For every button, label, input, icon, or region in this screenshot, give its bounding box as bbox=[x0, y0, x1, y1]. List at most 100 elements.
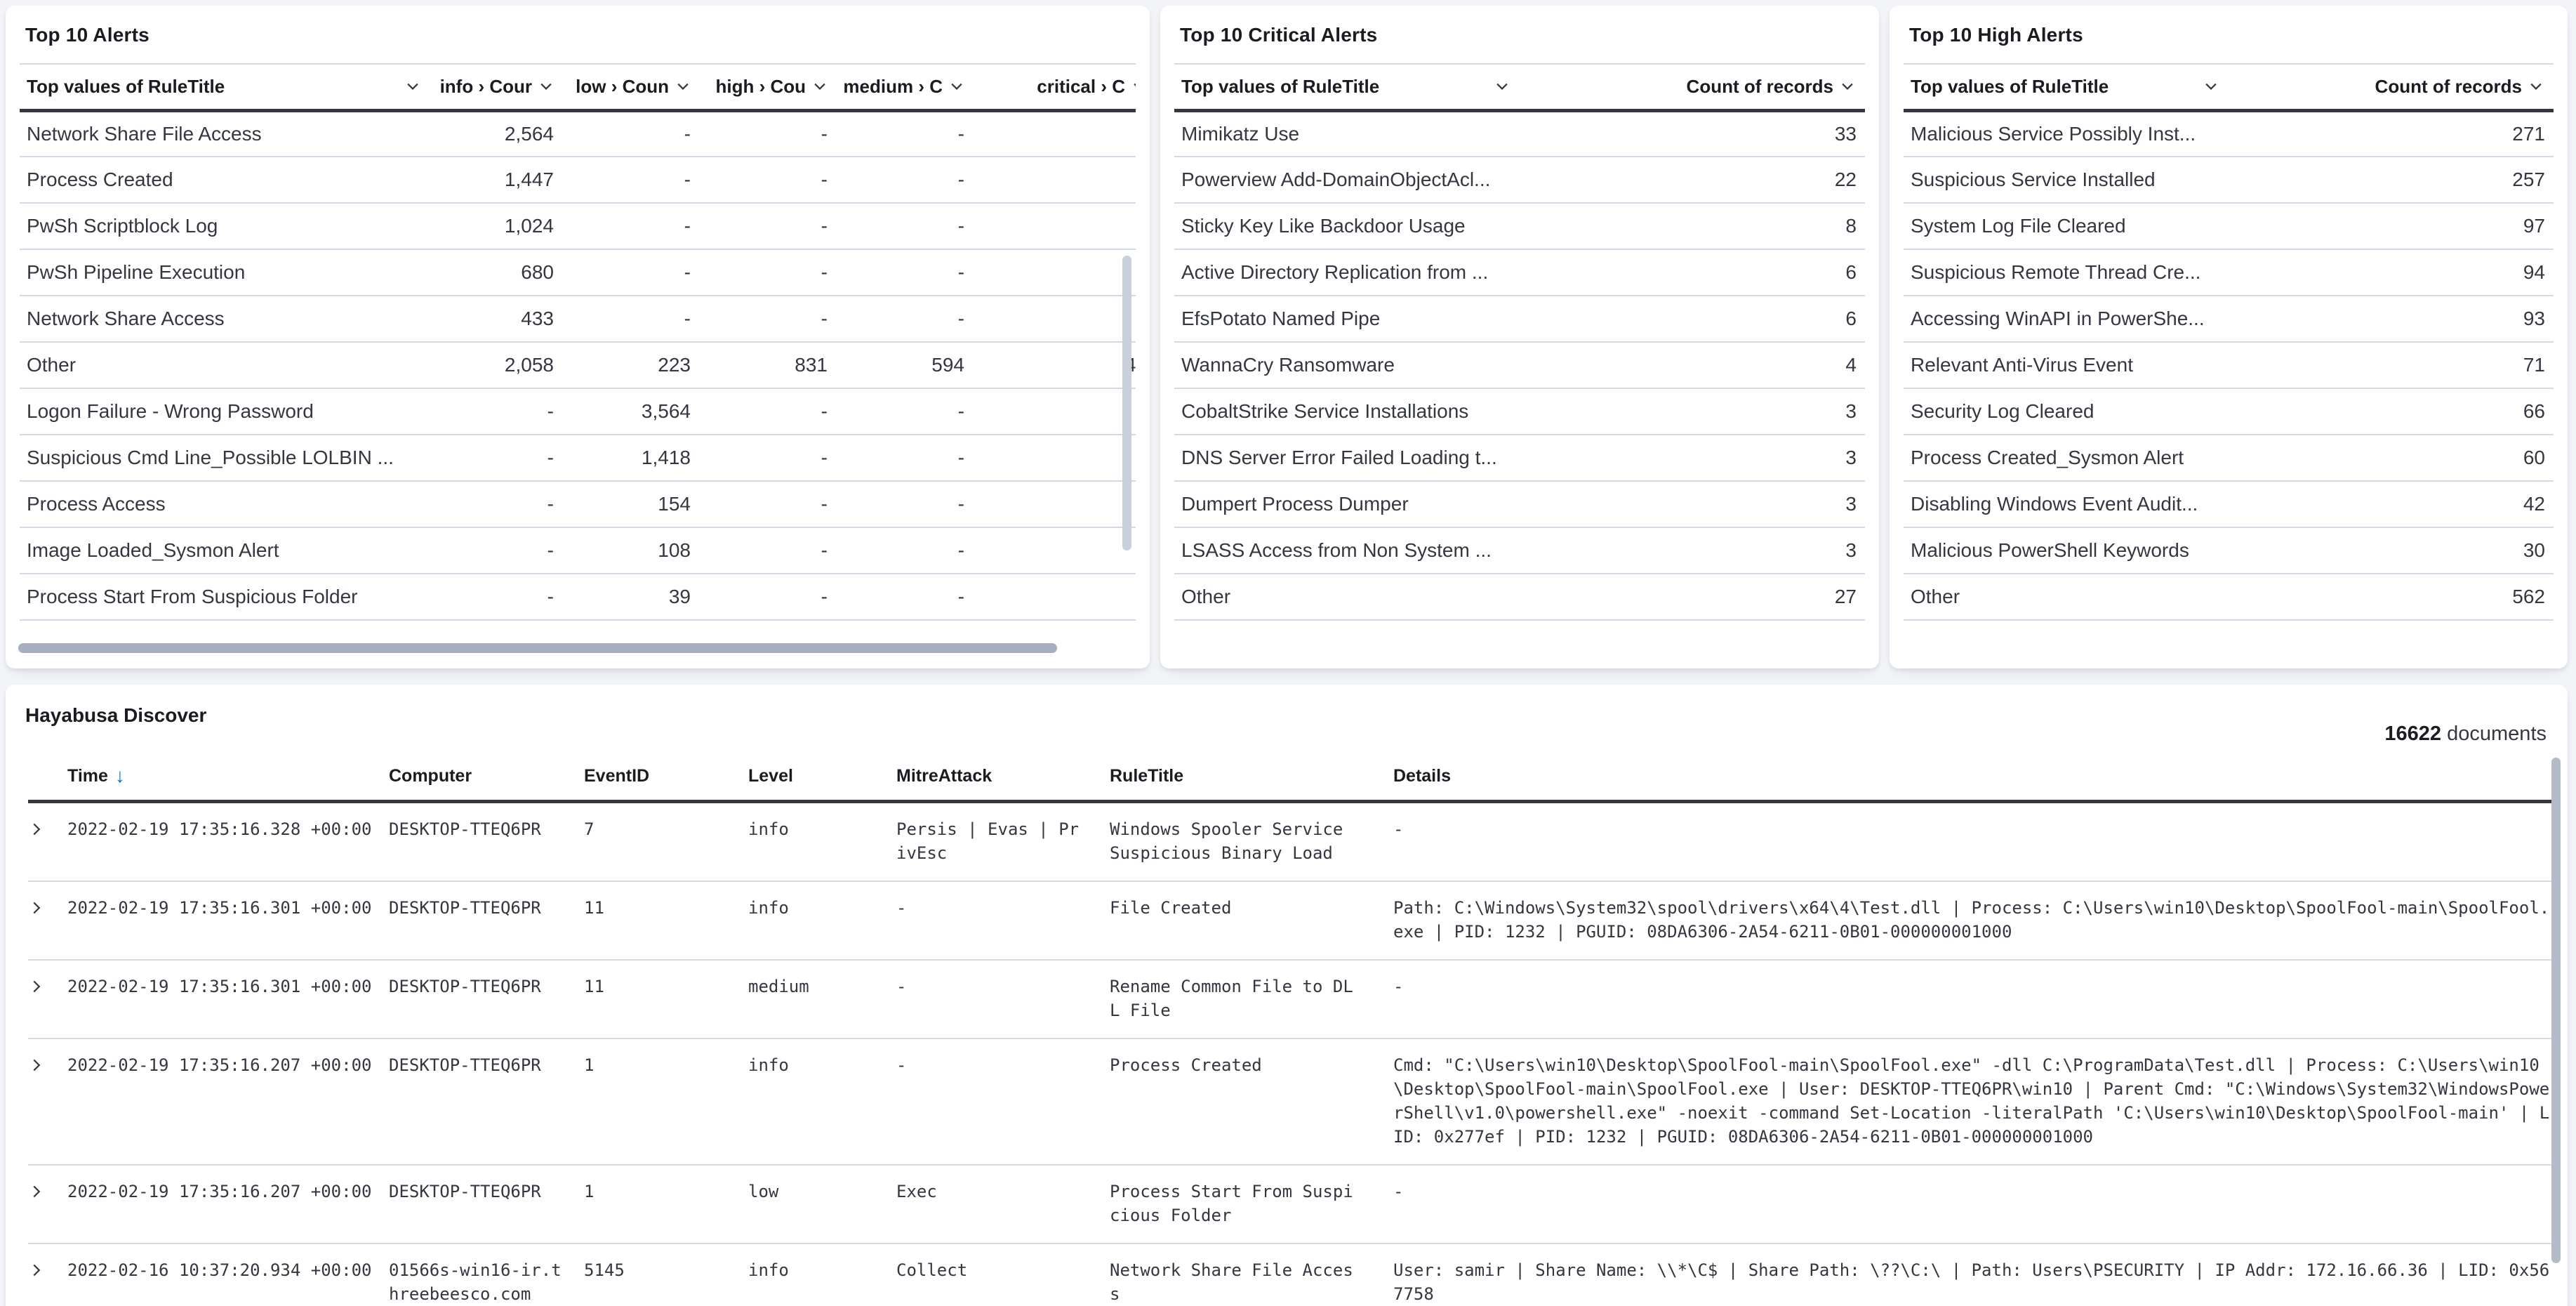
high-count-cell: 831 bbox=[701, 342, 837, 389]
time-cell: 2022-02-16 10:37:20.934 +00:00 bbox=[67, 1244, 389, 1306]
high-count-cell: - bbox=[701, 110, 837, 157]
column-header-info-count[interactable]: info › Cour bbox=[430, 63, 564, 112]
low-count-cell: - bbox=[564, 157, 701, 204]
level-cell: info bbox=[748, 1244, 896, 1306]
sort-descending-icon[interactable]: ↓ bbox=[115, 765, 125, 787]
table-row: Active Directory Replication from ... 6 bbox=[1174, 249, 1865, 296]
mitre-attack-cell: Exec bbox=[896, 1165, 1110, 1244]
details-cell: Path: C:\Windows\System32\spool\drivers\… bbox=[1393, 881, 2551, 961]
ruletitle-cell: Logon Failure - Wrong Password bbox=[20, 388, 430, 435]
table-row: EfsPotato Named Pipe 6 bbox=[1174, 296, 1865, 343]
document-count-value: 16622 bbox=[2384, 723, 2442, 745]
critical-count-cell: - bbox=[974, 388, 1136, 435]
ruletitle-cell: Accessing WinAPI in PowerShe... bbox=[1904, 296, 2229, 343]
column-header-details[interactable]: Details bbox=[1393, 755, 2551, 803]
expand-row-icon[interactable] bbox=[28, 978, 45, 995]
chevron-down-icon bbox=[675, 79, 691, 94]
table-row: Network Share File Access2,564---- bbox=[20, 110, 1136, 157]
chevron-down-icon bbox=[405, 79, 420, 94]
column-header-label: Top values of RuleTitle bbox=[1911, 75, 2109, 97]
table-row: 2022-02-19 17:35:16.207 +00:00 DESKTOP-TT… bbox=[28, 1165, 2551, 1244]
expand-row-icon[interactable] bbox=[28, 899, 45, 916]
count-cell: 27 bbox=[1520, 574, 1865, 621]
table-row: LSASS Access from Non System ... 3 bbox=[1174, 527, 1865, 574]
column-header-ruletitle[interactable]: Top values of RuleTitle bbox=[1904, 63, 2229, 112]
rule-title-cell: Network Share File Access bbox=[1110, 1244, 1393, 1306]
medium-count-cell: 594 bbox=[837, 342, 974, 389]
column-header-time[interactable]: Time ↓ bbox=[67, 755, 389, 803]
column-header-mitreattack[interactable]: MitreAttack bbox=[896, 755, 1110, 803]
high-count-cell: - bbox=[701, 296, 837, 343]
expand-cell bbox=[28, 801, 67, 882]
chevron-down-icon bbox=[538, 79, 554, 94]
critical-count-cell: - bbox=[974, 481, 1136, 528]
column-header-high-count[interactable]: high › Cou bbox=[701, 63, 837, 112]
column-header-count-of-records[interactable]: Count of records bbox=[2229, 63, 2554, 112]
info-count-cell: 2,564 bbox=[430, 110, 564, 157]
critical-count-cell: - bbox=[974, 203, 1136, 250]
vertical-scrollbar-thumb[interactable] bbox=[1122, 256, 1131, 550]
details-cell: - bbox=[1393, 960, 2551, 1039]
event-id-cell: 5145 bbox=[584, 1244, 748, 1306]
high-header-row: Top values of RuleTitle Count of records bbox=[1904, 63, 2554, 112]
count-cell: 562 bbox=[2229, 574, 2554, 621]
table-row: Image Loaded_Sysmon Alert-108--- bbox=[20, 527, 1136, 574]
ruletitle-cell: Malicious PowerShell Keywords bbox=[1904, 527, 2229, 574]
column-header-count-of-records[interactable]: Count of records bbox=[1520, 63, 1865, 112]
table-row: WannaCry Ransomware 4 bbox=[1174, 342, 1865, 389]
table-row: Other 562 bbox=[1904, 574, 2554, 621]
high-alerts-table: Top values of RuleTitle Count of records… bbox=[1904, 63, 2554, 621]
info-count-cell: 680 bbox=[430, 249, 564, 296]
expand-row-icon[interactable] bbox=[28, 821, 45, 838]
medium-count-cell: - bbox=[837, 481, 974, 528]
horizontal-scrollbar-thumb[interactable] bbox=[18, 643, 1057, 653]
vertical-scrollbar-thumb[interactable] bbox=[2551, 758, 2561, 1263]
column-header-level[interactable]: Level bbox=[748, 755, 896, 803]
expand-row-icon[interactable] bbox=[28, 1057, 45, 1074]
column-header-low-count[interactable]: low › Coun bbox=[564, 63, 701, 112]
info-count-cell: - bbox=[430, 481, 564, 528]
alerts-header-row: Top values of RuleTitle info › Cour low … bbox=[20, 63, 1136, 112]
critical-header-row: Top values of RuleTitle Count of records bbox=[1174, 63, 1865, 112]
column-header-label: medium › C bbox=[843, 75, 943, 97]
count-cell: 3 bbox=[1520, 388, 1865, 435]
level-cell: info bbox=[748, 1038, 896, 1166]
column-header-expand bbox=[28, 755, 67, 803]
count-cell: 3 bbox=[1520, 481, 1865, 528]
table-row: PwSh Pipeline Execution680---- bbox=[20, 249, 1136, 296]
chevron-down-icon bbox=[1494, 79, 1510, 94]
column-header-eventid[interactable]: EventID bbox=[584, 755, 748, 803]
table-row: Logon Failure - Wrong Password-3,564--- bbox=[20, 388, 1136, 435]
column-header-critical-count[interactable]: critical › C bbox=[974, 63, 1136, 112]
ruletitle-cell: Other bbox=[1174, 574, 1520, 621]
expand-row-icon[interactable] bbox=[28, 1262, 45, 1279]
low-count-cell: - bbox=[564, 110, 701, 157]
expand-row-icon[interactable] bbox=[28, 1183, 45, 1200]
count-cell: 33 bbox=[1520, 110, 1865, 157]
computer-cell: DESKTOP-TTEQ6PR bbox=[389, 881, 584, 961]
mitre-attack-cell: - bbox=[896, 960, 1110, 1039]
time-cell: 2022-02-19 17:35:16.207 +00:00 bbox=[67, 1165, 389, 1244]
count-cell: 8 bbox=[1520, 203, 1865, 250]
low-count-cell: 3,564 bbox=[564, 388, 701, 435]
column-header-ruletitle[interactable]: Top values of RuleTitle bbox=[1174, 63, 1520, 112]
table-row: Suspicious Service Installed 257 bbox=[1904, 157, 2554, 204]
low-count-cell: - bbox=[564, 203, 701, 250]
column-header-label: Count of records bbox=[2375, 75, 2522, 97]
low-count-cell: 1,418 bbox=[564, 435, 701, 482]
high-count-cell: - bbox=[701, 481, 837, 528]
mitre-attack-cell: Collect bbox=[896, 1244, 1110, 1306]
ruletitle-cell: Suspicious Remote Thread Cre... bbox=[1904, 249, 2229, 296]
computer-cell: DESKTOP-TTEQ6PR bbox=[389, 960, 584, 1039]
column-header-computer[interactable]: Computer bbox=[389, 755, 584, 803]
medium-count-cell: - bbox=[837, 435, 974, 482]
column-header-ruletitle[interactable]: RuleTitle bbox=[1110, 755, 1393, 803]
table-row: Dumpert Process Dumper 3 bbox=[1174, 481, 1865, 528]
column-header-ruletitle[interactable]: Top values of RuleTitle bbox=[20, 63, 430, 112]
low-count-cell: 108 bbox=[564, 527, 701, 574]
info-count-cell: - bbox=[430, 527, 564, 574]
medium-count-cell: - bbox=[837, 388, 974, 435]
alerts-table-viewport: Top values of RuleTitle info › Cour low … bbox=[20, 63, 1136, 621]
column-header-medium-count[interactable]: medium › C bbox=[837, 63, 974, 112]
rule-title-cell: Process Start From Suspicious Folder bbox=[1110, 1165, 1393, 1244]
